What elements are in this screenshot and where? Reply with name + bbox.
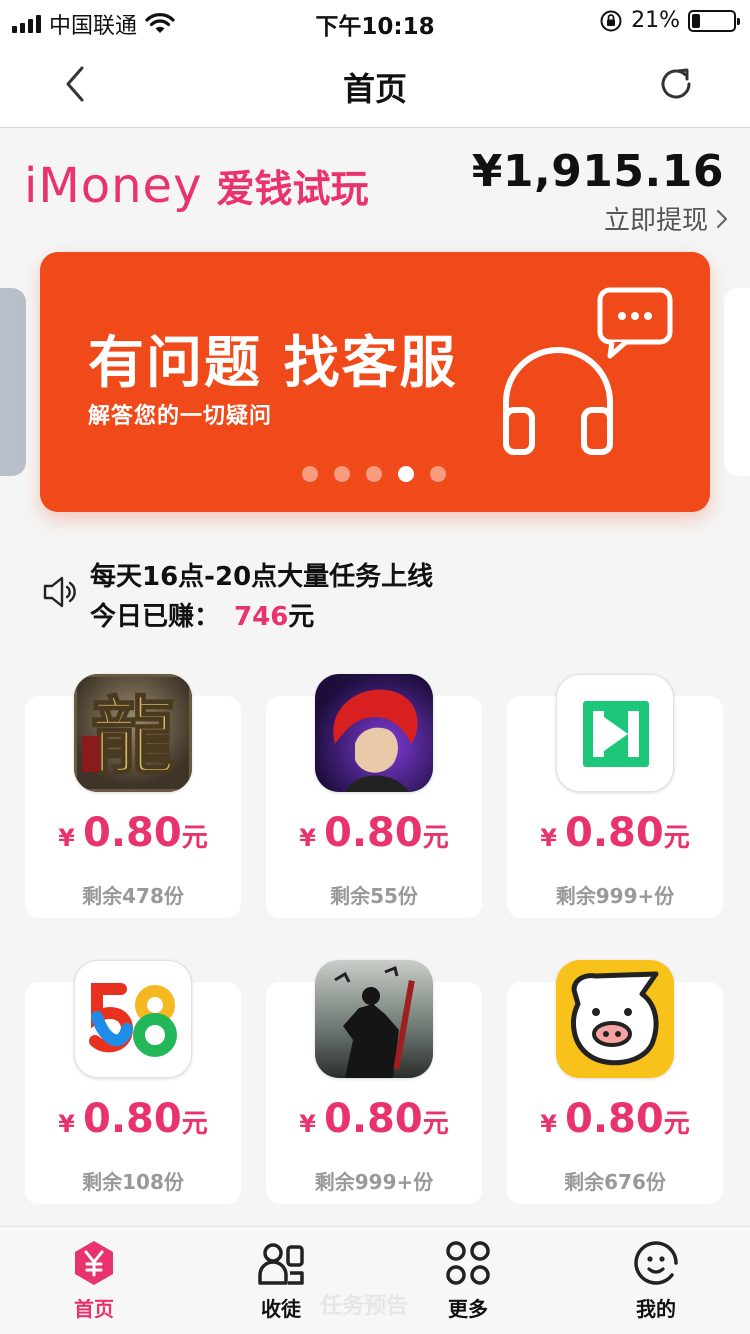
task-price: ¥0.80元	[299, 810, 449, 856]
task-card[interactable]: ¥0.80元 剩余676份	[507, 960, 723, 1204]
tab-mine-label: 我的	[636, 1297, 676, 1321]
carousel-dot-active[interactable]	[398, 466, 414, 482]
status-right: 21%	[599, 8, 740, 33]
battery-percent: 21%	[631, 8, 680, 33]
status-bar: 中国联通 下午10:18 21%	[0, 0, 750, 42]
task-price: ¥0.80元	[58, 810, 208, 856]
task-price: ¥0.80元	[540, 810, 690, 856]
task-card[interactable]: ¥0.80元 剩余108份	[25, 960, 241, 1204]
task-remaining: 剩余999+份	[555, 884, 675, 908]
brand-wordmark: iMoney	[24, 158, 203, 214]
svg-text:龍: 龍	[91, 687, 175, 786]
58-app-icon	[74, 960, 192, 1078]
battery-icon	[688, 9, 740, 32]
earned-unit: 元	[288, 602, 315, 632]
withdraw-link[interactable]: 立即提现	[604, 200, 728, 237]
page-title: 首页	[342, 70, 407, 108]
speaker-icon	[43, 576, 76, 608]
yen-hexagon-icon	[75, 1241, 113, 1285]
dragon-game-icon: 龍	[74, 674, 192, 792]
banner-title: 有问题 找客服	[88, 331, 458, 396]
smiley-icon	[634, 1241, 678, 1285]
nav-bar: 首页	[0, 42, 750, 128]
orientation-lock-icon	[600, 10, 622, 31]
people-icon	[258, 1243, 304, 1285]
tab-home[interactable]: 首页	[34, 1239, 154, 1322]
banner-customer-service[interactable]: 有问题 找客服 解答您的一切疑问	[40, 252, 710, 512]
task-card[interactable]: ¥0.80元 剩余55份	[266, 674, 482, 918]
task-price: ¥0.80元	[299, 1096, 449, 1142]
task-price: ¥0.80元	[58, 1096, 208, 1142]
task-remaining: 剩余55份	[330, 884, 418, 908]
pig-app-icon	[556, 960, 674, 1078]
task-remaining: 剩余676份	[564, 1170, 666, 1194]
tab-more[interactable]: 更多	[408, 1239, 528, 1322]
battery-fill	[692, 13, 701, 28]
headset-chat-icon	[503, 287, 673, 455]
carousel-dot[interactable]	[334, 466, 350, 482]
balance-amount: ¥1,915.16	[471, 146, 724, 197]
tab-mine[interactable]: 我的	[596, 1239, 716, 1322]
carousel-dot[interactable]	[366, 466, 382, 482]
task-card[interactable]: 龍 ¥0.80元 剩余478份	[25, 674, 241, 918]
refresh-icon[interactable]	[654, 62, 698, 106]
task-card[interactable]: ¥0.80元 剩余999+份	[507, 674, 723, 918]
chevron-right-icon	[716, 209, 728, 228]
task-card[interactable]: ¥0.80元 剩余999+份	[266, 960, 482, 1204]
n-logo-app-icon	[556, 674, 674, 792]
brand-name: 爱钱试玩	[216, 167, 369, 211]
carousel-dot[interactable]	[302, 466, 318, 482]
tab-home-label: 首页	[74, 1297, 114, 1321]
fighter-game-icon	[315, 674, 433, 792]
task-remaining: 剩余108份	[82, 1170, 184, 1194]
task-remaining: 剩余478份	[82, 884, 184, 908]
banner-subtitle: 解答您的一切疑问	[88, 404, 273, 429]
grid-icon	[446, 1241, 490, 1285]
task-remaining: 剩余999+份	[314, 1170, 434, 1194]
carousel-prev-card[interactable]	[0, 288, 26, 476]
withdraw-label: 立即提现	[603, 206, 708, 236]
tab-more-label: 更多	[448, 1297, 488, 1321]
earned-label: 今日已赚：	[90, 602, 221, 632]
today-earned: 今日已赚： 746元	[90, 596, 314, 633]
notice-text: 每天16点-20点大量任务上线	[90, 562, 434, 592]
carousel-next-card[interactable]	[724, 288, 750, 476]
task-preview-ghost-text: 任务预告	[320, 1294, 409, 1319]
brand-logo: iMoney 爱钱试玩	[24, 158, 369, 214]
carousel-dots	[302, 466, 446, 482]
task-price: ¥0.80元	[540, 1096, 690, 1142]
warrior-game-icon	[315, 960, 433, 1078]
earned-amount: 746	[234, 602, 289, 632]
carousel-dot[interactable]	[430, 466, 446, 482]
